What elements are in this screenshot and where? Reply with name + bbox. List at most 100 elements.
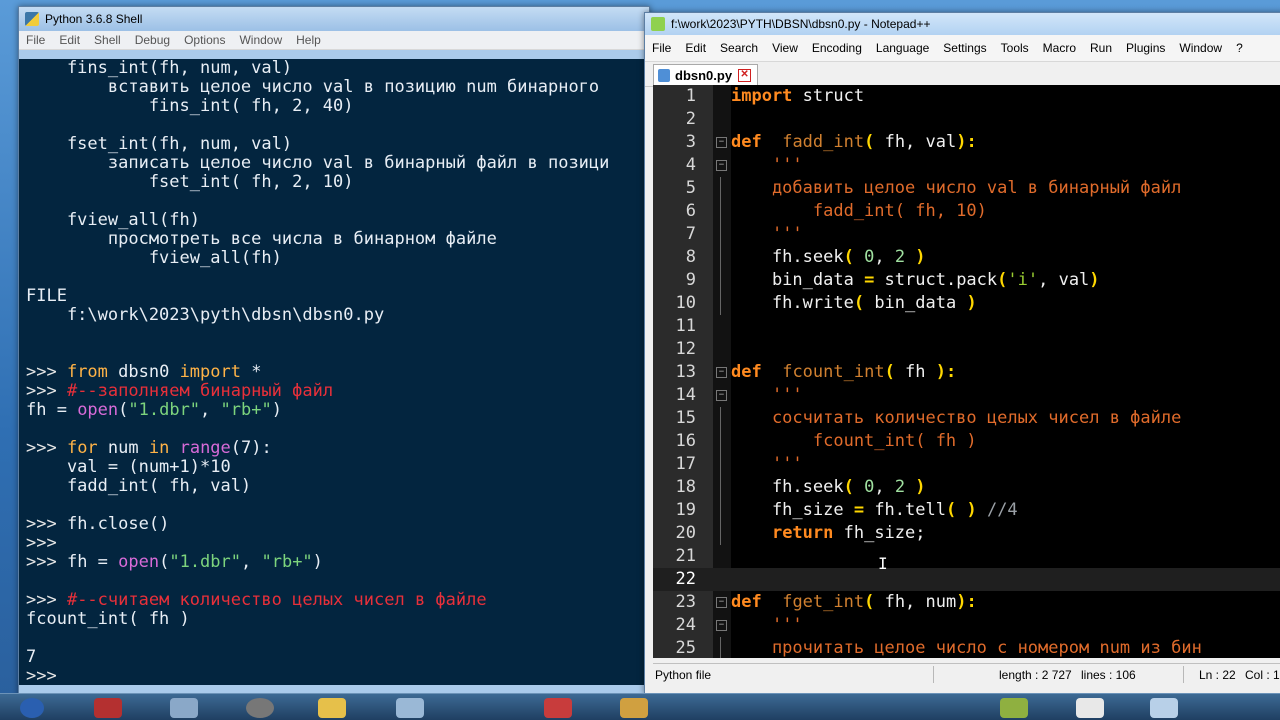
- code-line[interactable]: 1 import struct: [653, 85, 1280, 108]
- code-line[interactable]: 6 fadd_int( fh, 10): [653, 200, 1280, 223]
- code-editor[interactable]: 1 import struct 2 3− def fadd_int( fh, val):…: [653, 85, 1280, 658]
- fold-guide: [720, 453, 721, 476]
- npp-menu-macro[interactable]: Macro: [1036, 41, 1083, 55]
- npp-menu-run[interactable]: Run: [1083, 41, 1119, 55]
- fold-guide: [720, 476, 721, 499]
- code-line[interactable]: 7 ''': [653, 223, 1280, 246]
- shell-text: "rb+": [220, 400, 272, 420]
- taskbar-app-icon[interactable]: [1150, 698, 1178, 718]
- fold-guide: [720, 292, 721, 315]
- shell-output[interactable]: fins_int(fh, num, val) вставить целое чи…: [19, 59, 649, 685]
- shell-menu-edit[interactable]: Edit: [52, 33, 87, 47]
- shell-text: #--считаем количество целых чисел в файл…: [66, 590, 487, 610]
- npp-menu-settings[interactable]: Settings: [936, 41, 993, 55]
- npp-statusbar: Python file length : 2 727 lines : 106 L…: [653, 663, 1280, 685]
- npp-menu-window[interactable]: Window: [1172, 41, 1229, 55]
- line-number: 13: [675, 362, 696, 382]
- fold-guide: [720, 430, 721, 453]
- npp-menu-?[interactable]: ?: [1229, 41, 1250, 55]
- code-line[interactable]: 4 − ''': [653, 154, 1280, 177]
- taskbar-app-icon[interactable]: [544, 698, 572, 718]
- taskbar-app-icon[interactable]: [1000, 698, 1028, 718]
- fold-toggle-icon[interactable]: −: [716, 620, 727, 631]
- fold-guide: [720, 269, 721, 292]
- code-token: fadd_int( fh, 10): [731, 201, 987, 221]
- code-line[interactable]: 17 ''': [653, 453, 1280, 476]
- start-button[interactable]: [20, 698, 44, 718]
- shell-text: ): [271, 400, 282, 420]
- shell-menu-file[interactable]: File: [19, 33, 52, 47]
- line-number: 1: [685, 86, 696, 106]
- npp-menu-plugins[interactable]: Plugins: [1119, 41, 1172, 55]
- shell-menu-window[interactable]: Window: [232, 33, 289, 47]
- shell-menu-options[interactable]: Options: [177, 33, 232, 47]
- shell-text: for: [66, 438, 98, 458]
- shell-menu-debug[interactable]: Debug: [128, 33, 177, 47]
- npp-menu-edit[interactable]: Edit: [678, 41, 713, 55]
- code-line[interactable]: 22: [653, 568, 1280, 591]
- npp-menu-view[interactable]: View: [765, 41, 805, 55]
- code-line[interactable]: 20 return fh_size;: [653, 522, 1280, 545]
- taskbar-app-icon[interactable]: [94, 698, 122, 718]
- npp-menu-language[interactable]: Language: [869, 41, 936, 55]
- code-line[interactable]: 18 fh.seek( 0, 2 ): [653, 476, 1280, 499]
- code-line[interactable]: 9 bin_data = struct.pack('i', val): [653, 269, 1280, 292]
- code-token: ''': [771, 385, 803, 405]
- code-token: fh.write: [731, 293, 854, 313]
- fold-toggle-icon[interactable]: −: [716, 367, 727, 378]
- code-line[interactable]: 23 − def fget_int( fh, num):: [653, 591, 1280, 614]
- python-shell-window[interactable]: Python 3.6.8 Shell File Edit Shell Debug Opt…: [18, 6, 650, 698]
- code-line[interactable]: 5 добавить целое число val в бинарный фа…: [653, 177, 1280, 200]
- npp-tabbar: dbsn0.py ✕: [645, 62, 1280, 87]
- shell-menu-help[interactable]: Help: [289, 33, 328, 47]
- shell-text: fins_int( fh, 2, 40): [26, 96, 354, 116]
- code-line[interactable]: 16 fcount_int( fh ): [653, 430, 1280, 453]
- tab-dbsn0[interactable]: dbsn0.py ✕: [653, 64, 759, 86]
- fold-toggle-icon[interactable]: −: [716, 390, 727, 401]
- npp-menubar: File Edit Search View Encoding Language Settin…: [645, 35, 1280, 62]
- code-line[interactable]: 12: [653, 338, 1280, 361]
- code-line[interactable]: 3 − def fadd_int( fh, val):: [653, 131, 1280, 154]
- fold-toggle-icon[interactable]: −: [716, 597, 727, 608]
- code-line[interactable]: 11: [653, 315, 1280, 338]
- shell-text: "rb+": [261, 552, 313, 572]
- npp-menu-tools[interactable]: Tools: [994, 41, 1036, 55]
- npp-menu-search[interactable]: Search: [713, 41, 765, 55]
- code-line[interactable]: 15 сосчитать количество целых чисел в фа…: [653, 407, 1280, 430]
- taskbar-app-icon[interactable]: [1076, 698, 1104, 718]
- npp-menu-file[interactable]: File: [645, 41, 678, 55]
- code-line[interactable]: 2: [653, 108, 1280, 131]
- taskbar-app-icon[interactable]: [396, 698, 424, 718]
- taskbar-app-icon[interactable]: [170, 698, 198, 718]
- shell-text: open: [118, 552, 160, 572]
- taskbar-app-icon[interactable]: [246, 698, 274, 718]
- status-ln: Ln : 22: [1199, 667, 1236, 682]
- code-token: ): [966, 500, 977, 520]
- code-line[interactable]: 25 прочитать целое число с номером num и…: [653, 637, 1280, 658]
- code-line[interactable]: 14 − ''': [653, 384, 1280, 407]
- taskbar-app-icon[interactable]: [318, 698, 346, 718]
- shell-text: (7):: [230, 438, 272, 458]
- close-tab-icon[interactable]: ✕: [738, 69, 752, 82]
- notepadpp-window[interactable]: f:\work\2023\PYTH\DBSN\dbsn0.py - Notepa…: [644, 12, 1280, 694]
- file-saved-icon: [658, 69, 670, 82]
- shell-titlebar[interactable]: Python 3.6.8 Shell: [19, 7, 649, 31]
- code-line[interactable]: 19 fh_size = fh.tell( ) //4: [653, 499, 1280, 522]
- taskbar-app-icon[interactable]: [620, 698, 648, 718]
- code-line[interactable]: 24 − ''': [653, 614, 1280, 637]
- code-line[interactable]: 21: [653, 545, 1280, 568]
- code-lines[interactable]: 1 import struct 2 3− def fadd_int( fh, val):…: [653, 85, 1280, 658]
- code-line[interactable]: 8 fh.seek( 0, 2 ): [653, 246, 1280, 269]
- code-line[interactable]: 13 − def fcount_int( fh ):: [653, 361, 1280, 384]
- npp-menu-encoding[interactable]: Encoding: [805, 41, 869, 55]
- npp-titlebar[interactable]: f:\work\2023\PYTH\DBSN\dbsn0.py - Notepa…: [645, 13, 1280, 35]
- fold-toggle-icon[interactable]: −: [716, 160, 727, 171]
- code-token: ''': [771, 224, 803, 244]
- fold-toggle-icon[interactable]: −: [716, 137, 727, 148]
- code-text: def fadd_int( fh, val):: [731, 131, 977, 154]
- code-line[interactable]: 10 fh.write( bin_data ): [653, 292, 1280, 315]
- shell-menu-shell[interactable]: Shell: [87, 33, 128, 47]
